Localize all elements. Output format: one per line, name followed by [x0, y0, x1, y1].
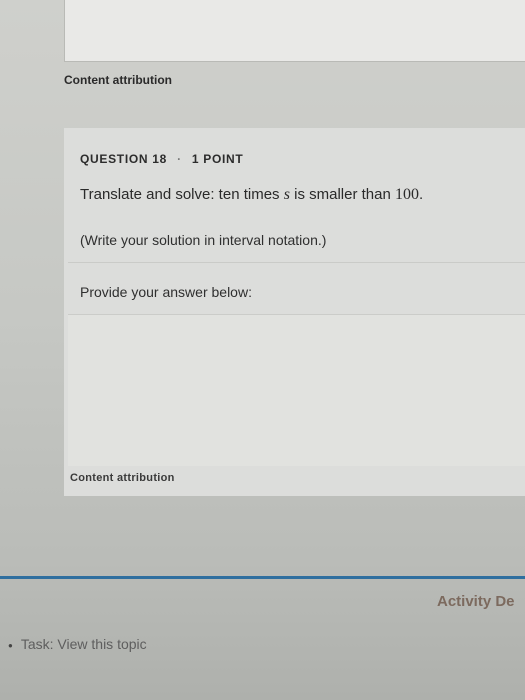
question-points: 1 POINT — [191, 152, 244, 166]
question-header: QUESTION 18 · 1 POINT — [80, 152, 243, 166]
content-attribution-link[interactable]: Content attribution — [64, 73, 172, 87]
prompt-prefix: Translate and solve: ten times — [80, 186, 284, 203]
prompt-end: . — [419, 186, 424, 203]
question-card: QUESTION 18 · 1 POINT Translate and solv… — [64, 128, 525, 496]
prompt-mid: is smaller than — [289, 186, 395, 203]
question-prompt: Translate and solve: ten times s is smal… — [80, 186, 423, 204]
task-item[interactable]: ● Task: View this topic — [8, 636, 147, 652]
header-separator: · — [177, 152, 182, 166]
activity-details-link[interactable]: Activity De — [437, 593, 515, 610]
bullet-icon: ● — [8, 640, 13, 650]
task-text: Task: View this topic — [20, 636, 147, 652]
question-number: QUESTION 18 — [80, 152, 168, 166]
prompt-number: 100 — [395, 186, 419, 203]
question-instruction: (Write your solution in interval notatio… — [80, 232, 327, 248]
question-content-attribution-link[interactable]: Content attribution — [70, 472, 175, 484]
section-divider — [0, 576, 525, 579]
divider — [68, 262, 525, 263]
answer-input-area[interactable] — [68, 314, 525, 466]
previous-question-box — [64, 0, 525, 62]
answer-label: Provide your answer below: — [80, 284, 252, 300]
